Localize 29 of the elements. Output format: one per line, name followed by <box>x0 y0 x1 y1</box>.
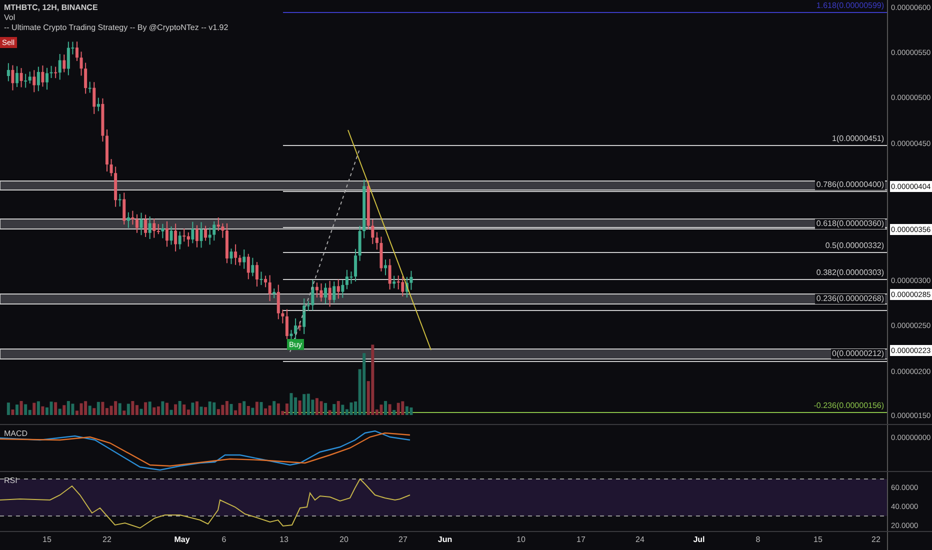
time-axis-label: 20 <box>338 535 350 544</box>
fib-level-label: -0.236(0.00000156) <box>812 401 886 411</box>
fib-level-label: 0.236(0.00000268) <box>815 294 886 304</box>
fib-level-label: 0(0.00000212) <box>831 349 886 359</box>
rsi-title: RSI <box>4 476 18 485</box>
indicator-label: -- Ultimate Crypto Trading Strategy -- By @CryptoNTez -- v1.92 <box>4 23 228 33</box>
time-axis-label: May <box>173 535 191 544</box>
time-axis-label: 22 <box>870 535 882 544</box>
time-axis-label: 6 <box>220 535 228 544</box>
time-axis-label: 15 <box>812 535 824 544</box>
fib-level-label: 0.382(0.00000303) <box>815 268 886 278</box>
time-axis-label: Jul <box>692 535 706 544</box>
symbol-title: MTHBTC, 12H, BINANCE <box>4 3 99 13</box>
fib-level-label: 1.618(0.00000599) <box>815 1 886 11</box>
indicator-label: Vol <box>4 13 16 23</box>
time-axis-label: 15 <box>42 535 52 544</box>
time-axis-label: 27 <box>398 535 408 544</box>
time-axis-label: 13 <box>278 535 290 544</box>
fib-level-label: 0.5(0.00000332) <box>824 241 886 251</box>
fib-level-label: 0.786(0.00000400) <box>815 180 886 190</box>
time-axis-label: Jun <box>436 535 454 544</box>
macd-title: MACD <box>4 429 28 438</box>
time-axis-label: 17 <box>576 535 586 544</box>
time-axis-label: 8 <box>754 535 762 544</box>
fib-level-label: 0.618(0.00000360) <box>815 219 886 229</box>
time-axis-label: 22 <box>102 535 112 544</box>
time-axis-label: 24 <box>634 535 646 544</box>
fib-level-label: 1(0.00000451) <box>831 134 886 144</box>
time-axis-label: 10 <box>516 535 526 544</box>
